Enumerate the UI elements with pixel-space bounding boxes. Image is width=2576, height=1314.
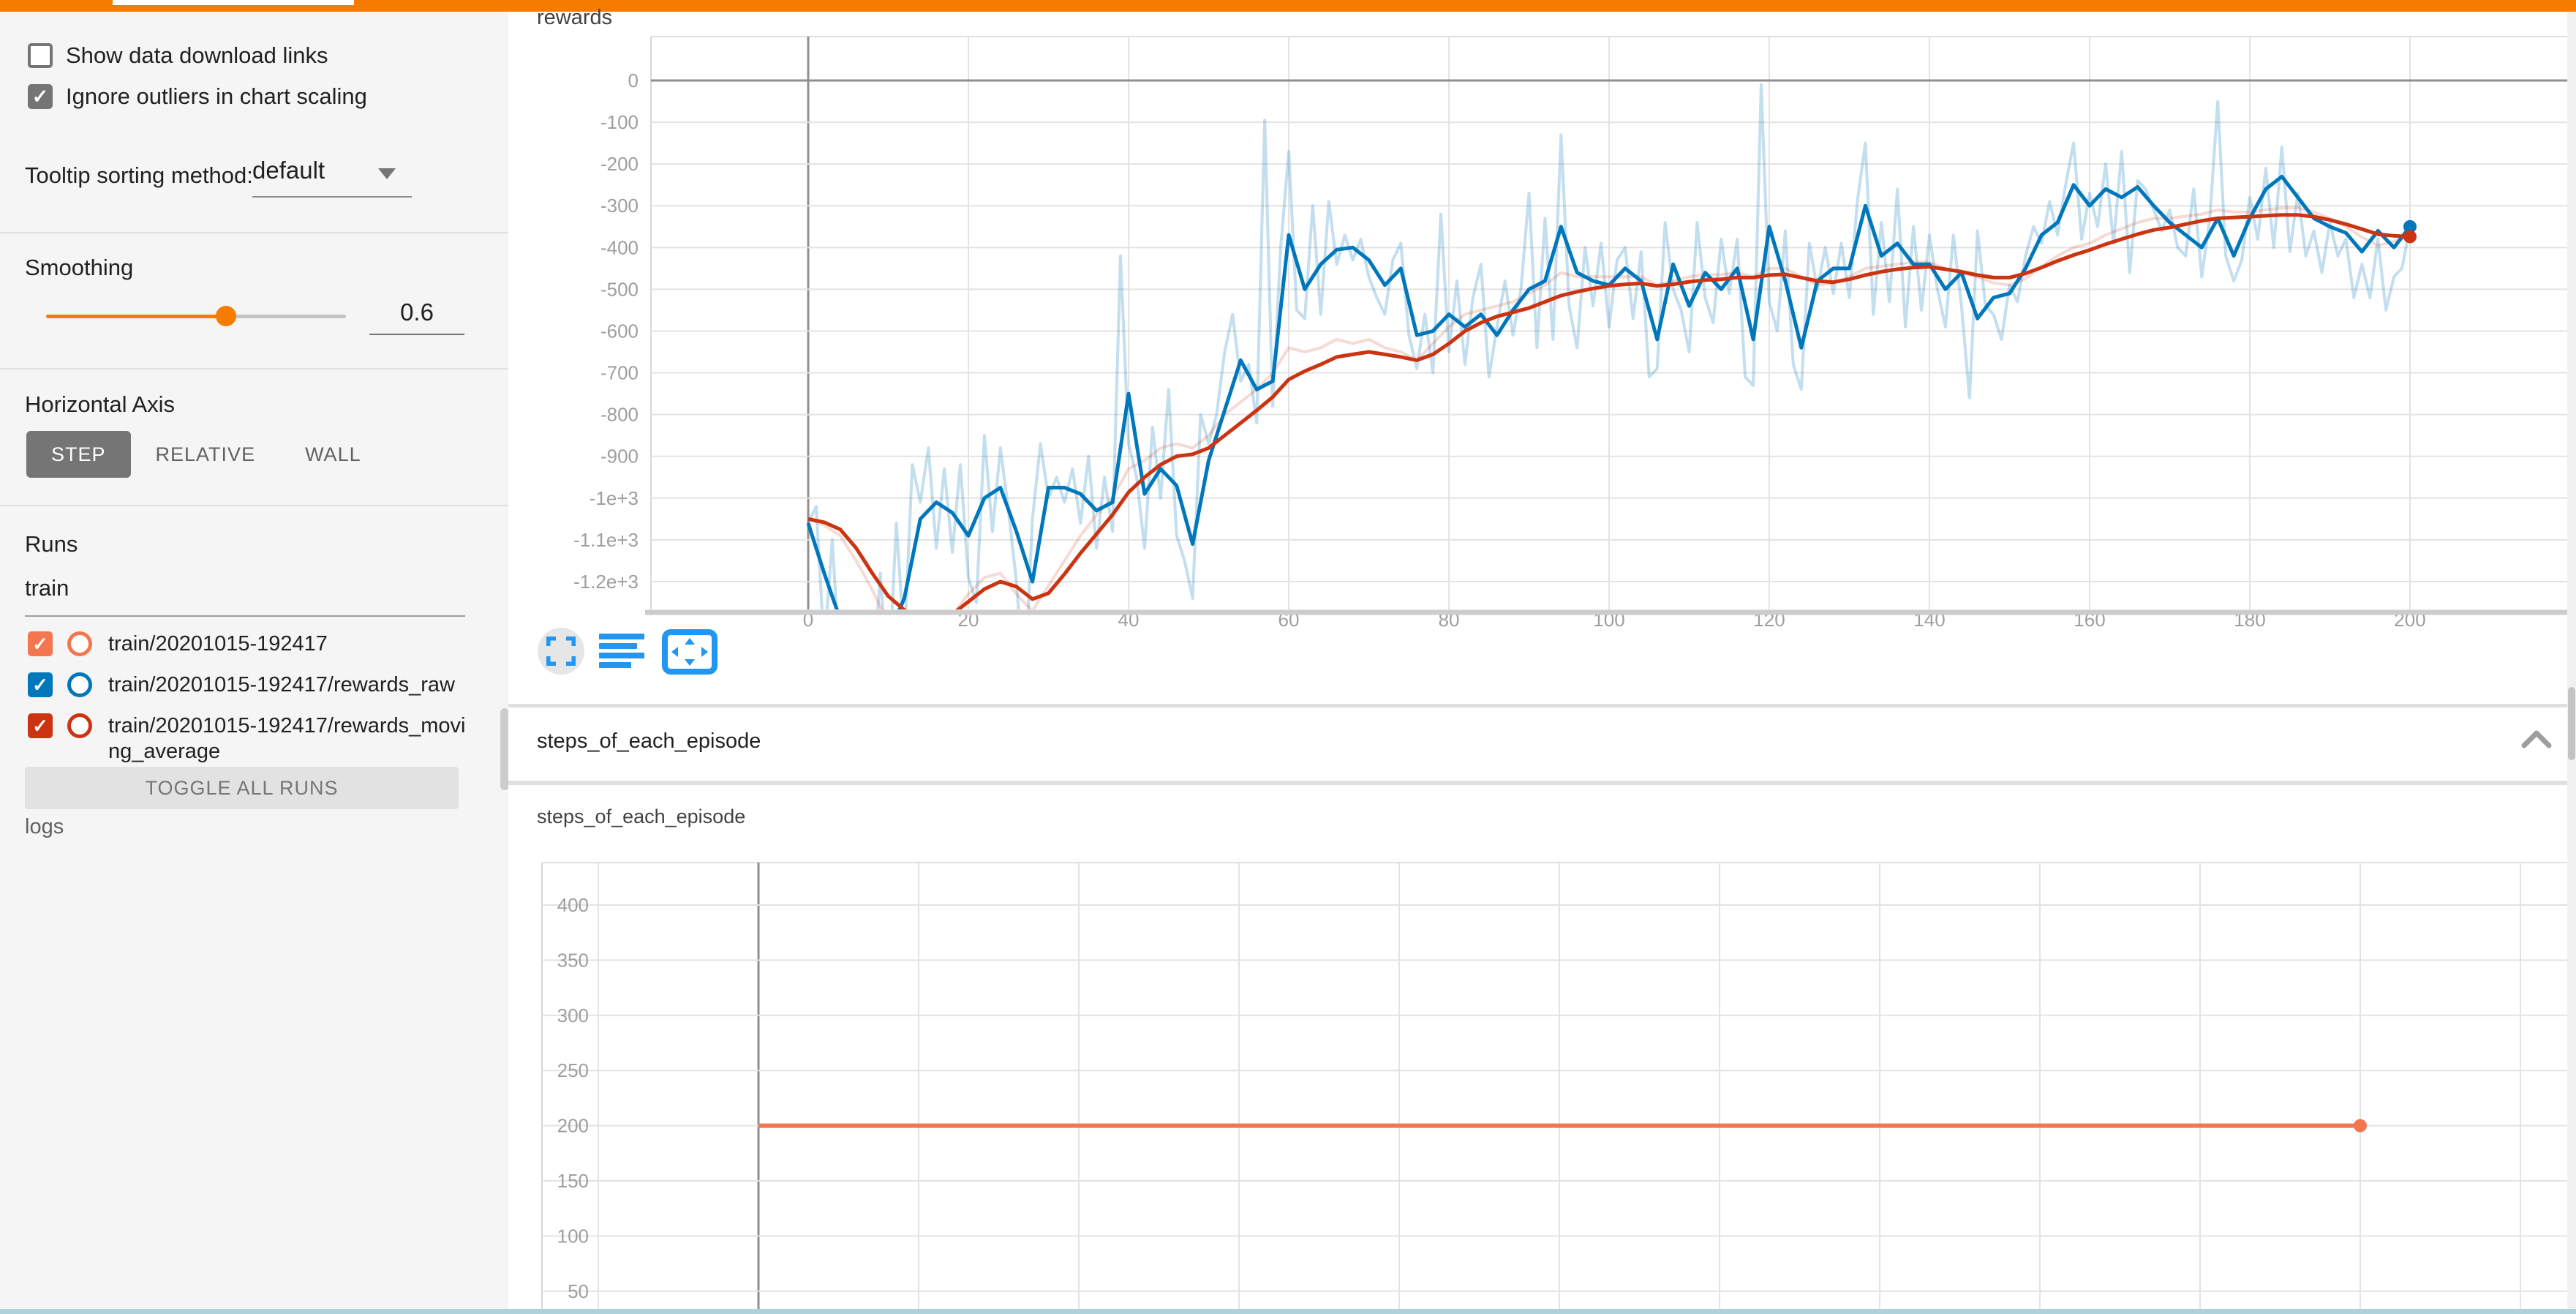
main-content: rewards 0-100-200-300-400-500-600-700-80… (508, 12, 2576, 1314)
run-label: train/20201015-192417/rewards_raw (108, 672, 455, 698)
run-radio[interactable] (67, 631, 92, 656)
runs-label: Runs (25, 531, 78, 557)
y-tick-label: -100 (600, 111, 639, 133)
smoothing-value-input[interactable]: 0.6 (369, 299, 464, 326)
run-checkbox[interactable]: ✓ (28, 631, 53, 656)
axis-relative-button[interactable]: RELATIVE (131, 431, 281, 478)
chevron-down-icon (378, 168, 396, 179)
select-underline (252, 196, 412, 198)
slider-thumb[interactable] (216, 306, 236, 326)
run-checkbox[interactable]: ✓ (28, 713, 53, 738)
tensorboard-page: Show data download links ✓ Ignore outlie… (0, 0, 2576, 1314)
log-scale-icon[interactable] (599, 634, 644, 669)
steps-section-header[interactable]: steps_of_each_episode (508, 707, 2572, 781)
y-tick-label: 100 (557, 1225, 589, 1247)
run-filter-input[interactable]: train (25, 575, 465, 601)
section-title: steps_of_each_episode (537, 729, 761, 754)
smoothing-slider[interactable] (46, 310, 346, 322)
y-tick-label: -300 (600, 195, 639, 217)
logs-label: logs (25, 815, 64, 839)
y-tick-label: 400 (557, 894, 589, 916)
header-bar (0, 0, 2576, 12)
y-tick-label: 150 (557, 1170, 589, 1192)
divider (0, 368, 508, 369)
tooltip-sorting-value: default (252, 157, 325, 184)
scrollbar-thumb[interactable] (2568, 687, 2575, 760)
run-label: train/20201015-192417 (108, 631, 328, 657)
tooltip-sorting-select[interactable]: default (252, 157, 412, 184)
divider (0, 505, 508, 506)
divider (0, 232, 508, 233)
show-data-download-links-row[interactable]: Show data download links (28, 42, 328, 69)
series-end-dot (2354, 1119, 2367, 1133)
chart-toolbar (538, 628, 757, 686)
run-label: train/20201015-192417/rewards_moving_ave… (108, 713, 474, 765)
expand-button[interactable] (538, 628, 584, 675)
steps-chart[interactable]: 400 350 300 250 200 150 100 50 (508, 785, 2572, 1314)
axis-wall-button[interactable]: WALL (280, 431, 386, 478)
y-tick-label: -800 (600, 404, 639, 426)
rewards-chart[interactable]: 0 -100 -200 -300 -400 -500 -600 -700 -800 -900 -1e… (508, 12, 2572, 704)
y-tick-label: -700 (600, 362, 639, 384)
y-tick-label: -600 (600, 320, 639, 342)
input-underline (25, 615, 465, 617)
fit-domain-icon[interactable] (662, 629, 718, 675)
run-checkbox[interactable]: ✓ (28, 672, 53, 697)
y-tick-label: 350 (557, 949, 589, 971)
y-tick-label: 0 (628, 70, 639, 91)
y-tick-label: -1.1e+3 (573, 529, 639, 551)
chevron-up-icon[interactable] (2518, 728, 2555, 750)
y-tick-label: -400 (600, 236, 639, 258)
bottom-edge-band (0, 1309, 2576, 1314)
sidebar: Show data download links ✓ Ignore outlie… (0, 12, 508, 1314)
y-tick-label: 200 (557, 1115, 589, 1137)
horizontal-axis-label: Horizontal Axis (25, 391, 175, 418)
y-tick-label: 50 (568, 1280, 589, 1302)
horizontal-axis-button-group: STEP RELATIVE WALL (26, 431, 386, 478)
checkbox-label: Ignore outliers in chart scaling (66, 83, 367, 110)
input-underline (369, 334, 464, 335)
run-row[interactable]: ✓ train/20201015-192417 (28, 631, 328, 657)
y-tick-label: -200 (600, 153, 639, 175)
y-tick-label: 250 (557, 1059, 589, 1081)
run-row[interactable]: ✓ train/20201015-192417/rewards_moving_a… (28, 713, 474, 765)
run-row[interactable]: ✓ train/20201015-192417/rewards_raw (28, 672, 455, 698)
checkbox-label: Show data download links (66, 42, 328, 69)
ignore-outliers-row[interactable]: ✓ Ignore outliers in chart scaling (28, 83, 367, 110)
toggle-all-runs-button[interactable]: TOGGLE ALL RUNS (25, 767, 459, 809)
y-tick-label: -1.2e+3 (573, 571, 639, 593)
scrollbar-track[interactable] (2567, 12, 2576, 1314)
y-tick-label: -500 (600, 278, 639, 300)
run-radio[interactable] (67, 713, 92, 738)
steps-card: steps_of_each_episode 400350300250200150… (508, 785, 2572, 1314)
series-end-dot (2403, 230, 2417, 243)
tooltip-sorting-label: Tooltip sorting method: (25, 162, 253, 189)
y-tick-label: -900 (600, 446, 639, 468)
y-tick-label: -1e+3 (590, 487, 639, 509)
active-tab-underline (113, 0, 354, 5)
run-radio[interactable] (67, 672, 92, 697)
rewards-card: rewards 0-100-200-300-400-500-600-700-80… (508, 12, 2572, 704)
axis-step-button[interactable]: STEP (26, 431, 131, 478)
y-tick-label: 300 (557, 1005, 589, 1026)
ignore-outliers-checkbox[interactable]: ✓ (28, 84, 53, 109)
smoothing-label: Smoothing (25, 255, 133, 281)
expand-icon (546, 637, 576, 666)
slider-fill (46, 315, 226, 318)
show-data-download-links-checkbox[interactable] (28, 43, 53, 68)
